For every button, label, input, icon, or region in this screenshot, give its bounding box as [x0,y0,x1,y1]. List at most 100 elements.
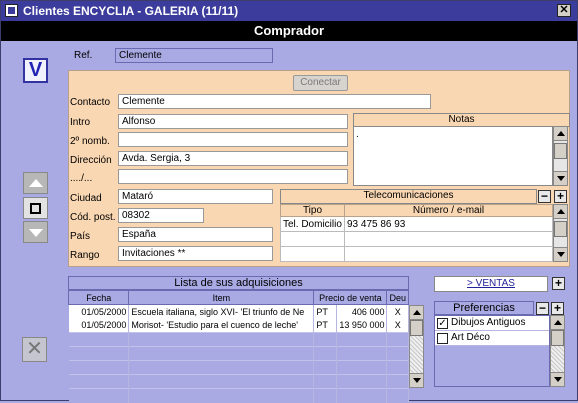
table-row[interactable] [68,388,409,403]
purchases-col-precio[interactable]: Precio de venta [313,290,388,305]
direccion-field[interactable]: Avda. Sergia, 3 [118,151,348,166]
ref-field[interactable]: Clemente [115,48,273,63]
purchase-owed: X [386,304,409,319]
purchase-currency: PT [313,318,338,333]
table-row[interactable] [280,246,554,262]
preferences-list: ✓ Dibujos Antiguos Art Déco [434,315,550,387]
postal-code-label: Cód. post. [70,212,116,223]
connect-button[interactable]: Conectar [293,75,348,91]
ventas-add-button[interactable]: + [552,277,565,290]
title-bar: Clientes ENCYCLIA - GALERIA (11/11) ✕ [1,1,577,21]
stop-button[interactable] [23,197,48,219]
scroll-thumb[interactable] [410,320,423,336]
purchase-price: 13 950 000 [336,318,388,333]
empty-cell[interactable] [343,246,554,262]
scroll-up-icon[interactable] [410,306,423,320]
preference-label: Dibujos Antiguos [451,317,526,328]
window-title: Clientes ENCYCLIA - GALERIA (11/11) [23,4,239,18]
preferences-add-button[interactable]: + [551,302,564,315]
table-row[interactable] [68,360,409,375]
rango-label: Rango [70,250,100,261]
ciudad-label: Ciudad [70,193,102,204]
purchase-price: 406 000 [336,304,388,319]
scroll-up-icon[interactable] [554,127,567,141]
empty-cell[interactable] [343,231,554,247]
purchases-table: Fecha Item Precio de venta Deu 01/05/200… [67,290,409,403]
scroll-thumb[interactable] [554,143,567,159]
preferences-title: Preferencias [434,301,534,315]
purchases-col-fecha[interactable]: Fecha [67,290,130,305]
telecom-title: Telecomunicaciones [280,189,537,204]
ciudad-field[interactable]: Mataró [118,189,273,204]
telecom-table: Tipo Número / e-mail Tel. Domicilio 93 4… [280,204,554,262]
telecom-scrollbar[interactable] [553,204,568,262]
contacto-field[interactable]: Clemente [118,94,431,109]
purchases-col-item[interactable]: Item [128,290,315,305]
telecom-add-button[interactable]: + [554,190,567,203]
arrow-up-icon [29,179,43,187]
purchase-item: Morisot- 'Estudio para el cuenco de lech… [128,318,315,333]
table-row[interactable] [68,374,409,389]
direccion2-field[interactable] [118,169,348,184]
app-icon [5,4,18,17]
telecom-col-tipo[interactable]: Tipo [280,204,345,217]
validate-button[interactable]: V [23,58,48,83]
telecom-remove-button[interactable]: − [538,190,551,203]
ref-label: Ref. [74,50,93,61]
checkbox-checked[interactable]: ✓ [437,318,448,329]
scroll-up-icon[interactable] [554,205,567,219]
direccion-label: Dirección [70,155,112,166]
telecom-cell-numero[interactable]: 93 475 86 93 [343,216,554,232]
preferences-scrollbar[interactable] [550,315,565,387]
empty-cell[interactable] [280,246,345,262]
scroll-down-icon[interactable] [554,247,567,261]
scroll-down-icon[interactable] [410,373,423,387]
postal-code-field[interactable]: 08302 [118,208,204,223]
square-icon [30,203,41,214]
preferences-remove-button[interactable]: − [536,302,549,315]
notes-scrollbar[interactable] [553,126,568,186]
arrow-down-icon [29,229,43,237]
intro-label: Intro [70,117,91,128]
checkbox-unchecked[interactable] [437,333,448,344]
close-button[interactable]: ✕ [557,4,571,17]
ventas-link[interactable]: > VENTAS [434,276,548,292]
table-row[interactable]: 01/05/2000 Morisot- 'Estudio para el cue… [68,318,409,333]
purchase-owed: X [386,318,409,333]
second-name-label: 2º nomb. [70,136,110,147]
scroll-thumb[interactable] [551,330,564,346]
purchase-date: 01/05/2000 [68,318,130,333]
table-row[interactable] [68,332,409,347]
table-row[interactable] [68,346,409,361]
next-record-button[interactable] [23,221,48,243]
telecom-col-numero[interactable]: Número / e-mail [343,204,554,217]
pais-field[interactable]: España [118,227,273,242]
list-item[interactable]: Art Déco [435,331,549,346]
empty-cell[interactable] [280,231,345,247]
purchase-item: Escuela italiana, siglo XVI- 'El triunfo… [128,304,315,319]
delete-button[interactable]: ✕ [22,337,47,362]
table-row[interactable]: Tel. Domicilio 93 475 86 93 [280,216,554,232]
list-item[interactable]: ✓ Dibujos Antiguos [435,316,549,331]
notes-title: Notas [353,113,570,127]
intro-field[interactable]: Alfonso [118,114,348,129]
previous-record-button[interactable] [23,172,48,194]
purchases-col-deu[interactable]: Deu [386,290,409,305]
notes-textarea[interactable]: . [353,126,553,186]
telecom-cell-tipo[interactable]: Tel. Domicilio [280,216,345,232]
second-name-field[interactable] [118,132,348,147]
purchase-currency: PT [313,304,338,319]
table-row[interactable]: 01/05/2000 Escuela italiana, siglo XVI- … [68,304,409,319]
purchase-date: 01/05/2000 [68,304,130,319]
scroll-thumb[interactable] [554,221,567,237]
contacto-label: Contacto [70,97,111,108]
scroll-down-icon[interactable] [554,171,567,185]
client-window: Clientes ENCYCLIA - GALERIA (11/11) ✕ Co… [0,0,578,403]
table-row[interactable] [280,231,554,247]
rango-field[interactable]: Invitaciones ** [118,246,273,261]
purchases-scrollbar[interactable] [409,305,424,388]
scroll-down-icon[interactable] [551,372,564,386]
scroll-up-icon[interactable] [551,316,564,330]
preference-label: Art Déco [451,332,490,343]
pais-label: País [70,231,91,242]
